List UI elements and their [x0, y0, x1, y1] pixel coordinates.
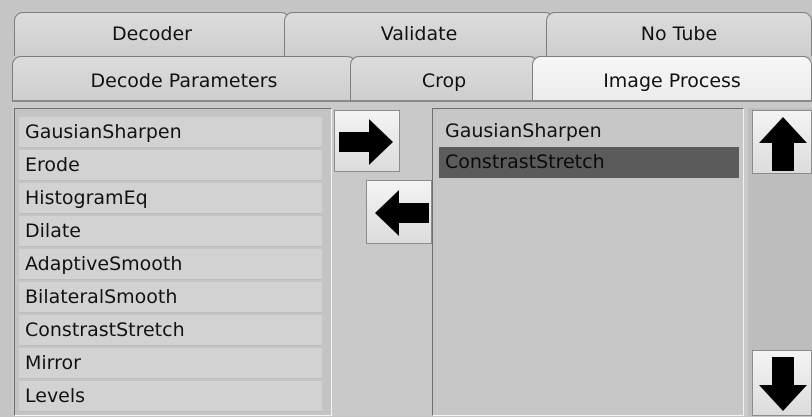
- list-item[interactable]: Erode: [19, 150, 322, 181]
- tab-label: No Tube: [640, 23, 718, 45]
- list-item[interactable]: Dilate: [19, 216, 322, 247]
- tab-validate[interactable]: Validate: [284, 12, 554, 56]
- tab-label: Image Process: [603, 70, 741, 92]
- tab-crop[interactable]: Crop: [350, 56, 538, 102]
- tab-label: Crop: [421, 70, 467, 92]
- selected-filters-list[interactable]: GausianSharpen ConstrastStretch: [432, 108, 744, 416]
- tab-image-process[interactable]: Image Process: [532, 56, 812, 102]
- move-up-button[interactable]: [752, 110, 812, 174]
- tab-label: Decode Parameters: [90, 70, 278, 92]
- tab-no-tube[interactable]: No Tube: [546, 12, 812, 56]
- available-filters-list[interactable]: GausianSharpen Erode HistogramEq Dilate …: [14, 108, 332, 416]
- list-item[interactable]: GausianSharpen: [19, 117, 322, 148]
- list-item[interactable]: AdaptiveSmooth: [19, 249, 322, 280]
- remove-filter-button[interactable]: [366, 180, 432, 244]
- list-item-selected[interactable]: ConstrastStretch: [439, 147, 739, 178]
- list-item[interactable]: BilateralSmooth: [19, 282, 322, 313]
- tab-label: Decoder: [112, 23, 192, 45]
- tab-decode-parameters[interactable]: Decode Parameters: [12, 56, 356, 102]
- list-item[interactable]: ConstrastStretch: [19, 315, 322, 346]
- list-item[interactable]: HistogramEq: [19, 183, 322, 214]
- tab-label: Validate: [380, 23, 458, 45]
- list-item[interactable]: GausianSharpen: [439, 116, 739, 147]
- add-filter-button[interactable]: [334, 110, 400, 172]
- list-item[interactable]: Levels: [19, 381, 322, 412]
- tab-decoder[interactable]: Decoder: [14, 12, 290, 56]
- move-down-button[interactable]: [752, 350, 812, 416]
- list-item[interactable]: Mirror: [19, 348, 322, 379]
